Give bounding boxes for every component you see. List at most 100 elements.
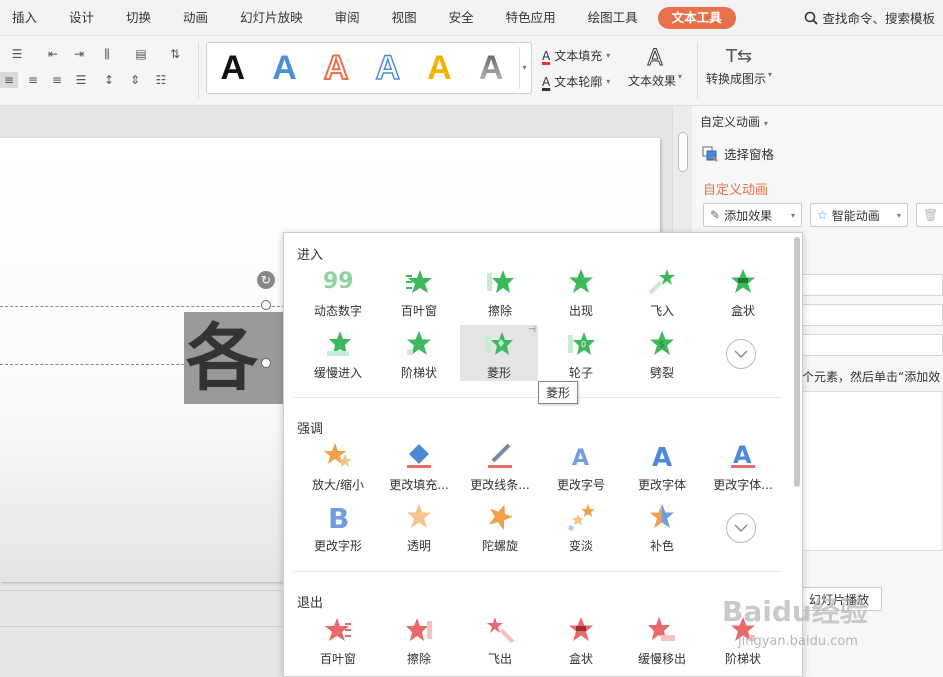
effect-exit-blinds[interactable]: 百叶窗 bbox=[298, 611, 378, 669]
tab-animation[interactable]: 动画 bbox=[171, 7, 220, 29]
effect-transparency[interactable]: 透明 bbox=[379, 498, 459, 556]
effect-change-font-size[interactable]: A 更改字号 bbox=[541, 437, 621, 495]
tab-text-tools[interactable]: 文本工具 bbox=[657, 6, 736, 29]
pane-title-dropdown[interactable]: 自定义动画 ▾ bbox=[700, 113, 768, 130]
effect-fly-in[interactable]: 飞入 bbox=[622, 263, 702, 321]
smart-animation-button[interactable]: ☆ 智能动画 ▾ bbox=[810, 203, 908, 227]
effect-blinds[interactable]: 百叶窗 bbox=[379, 263, 459, 321]
text-effect-button[interactable]: A 文本效果 ▾ bbox=[628, 47, 683, 89]
start-field[interactable] bbox=[802, 274, 943, 296]
effect-box[interactable]: 盒状 bbox=[703, 263, 783, 321]
effect-fly-out[interactable]: 飞出 bbox=[460, 611, 540, 669]
wordart-style-blue-outline[interactable]: A bbox=[375, 48, 401, 88]
wordart-style-yellow[interactable]: A bbox=[427, 48, 452, 88]
columns-icon[interactable]: ⫼ bbox=[98, 46, 116, 62]
fly-in-star-icon bbox=[648, 269, 675, 295]
selection-pane-button[interactable]: 选择窗格 bbox=[702, 144, 774, 163]
pane-hint-text: 个元素，然后单击“添加效 bbox=[802, 370, 941, 384]
effect-spin[interactable]: 陀螺旋 bbox=[460, 498, 540, 556]
distribute-icon[interactable]: ⇕ bbox=[126, 72, 144, 88]
effect-label: 飞入 bbox=[649, 304, 674, 318]
tab-features[interactable]: 特色应用 bbox=[494, 7, 568, 29]
fade-star-icon bbox=[568, 504, 595, 531]
search-label: 查找命令、搜索模板 bbox=[822, 11, 935, 26]
tab-drawing-tools[interactable]: 绘图工具 bbox=[576, 7, 650, 29]
chevron-down-icon: ▾ bbox=[678, 72, 683, 81]
effect-change-font-style[interactable]: B 更改字形 bbox=[298, 498, 378, 556]
selection-pane-icon bbox=[702, 146, 718, 162]
text-box-icon[interactable]: ▤ bbox=[132, 46, 150, 62]
justify-icon[interactable]: ☰ bbox=[72, 72, 90, 88]
effect-exit-wipe[interactable]: 擦除 bbox=[379, 611, 459, 669]
popup-scrollbar[interactable] bbox=[794, 237, 800, 487]
search-command[interactable]: 查找命令、搜索模板 bbox=[804, 8, 935, 27]
tab-security[interactable]: 安全 bbox=[437, 7, 486, 29]
align-right-icon[interactable]: ≡ bbox=[48, 72, 66, 88]
tab-insert[interactable]: 插入 bbox=[0, 7, 49, 29]
tab-slideshow[interactable]: 幻灯片放映 bbox=[228, 7, 315, 29]
effect-diamond[interactable]: 菱形 ⊣ bbox=[460, 325, 538, 381]
line-spacing-icon[interactable]: ↕ bbox=[100, 72, 118, 88]
star-icon: ☆ bbox=[817, 208, 828, 222]
chevron-down-icon: ▾ bbox=[763, 119, 768, 128]
stairs-star-icon bbox=[407, 331, 431, 355]
effect-appear[interactable]: 出现 bbox=[541, 263, 621, 321]
wordart-style-gray[interactable]: A bbox=[479, 48, 504, 88]
effect-wheel[interactable]: 0 轮子 bbox=[541, 325, 621, 383]
effect-stairs[interactable]: 阶梯状 bbox=[379, 325, 459, 383]
change-font-size-icon: A bbox=[572, 446, 589, 471]
text-outline-icon: A bbox=[542, 74, 551, 89]
effect-tooltip: 菱形 bbox=[538, 381, 579, 404]
effect-label: 百叶窗 bbox=[400, 304, 437, 318]
wordart-style-orange-outline[interactable]: A bbox=[323, 48, 350, 88]
paragraph-spacing-icon[interactable]: ☷ bbox=[152, 72, 170, 88]
convert-diagram-button[interactable]: T⇆ 转换成图示 ▾ bbox=[706, 46, 772, 87]
effect-grow-shrink[interactable]: 放大/缩小 bbox=[298, 437, 378, 495]
delete-button[interactable]: 🗑 bbox=[916, 203, 943, 227]
effect-label: 百叶窗 bbox=[319, 652, 356, 666]
wordart-style-black[interactable]: A bbox=[221, 48, 246, 88]
tab-view[interactable]: 视图 bbox=[380, 7, 429, 29]
effect-slow-exit[interactable]: 缓慢移出 bbox=[622, 611, 702, 669]
effect-split[interactable]: $ 劈裂 bbox=[622, 325, 702, 383]
emphasis-more-button[interactable] bbox=[726, 513, 756, 543]
add-effect-button[interactable]: ✎ 添加效果 ▾ bbox=[703, 203, 802, 227]
chevron-down-icon: ▾ bbox=[606, 51, 611, 60]
rotate-handle-icon[interactable]: ↻ bbox=[257, 271, 275, 289]
split-glyph: $ bbox=[659, 340, 665, 350]
effect-change-line[interactable]: 更改线条... bbox=[460, 437, 540, 495]
effect-wipe[interactable]: 擦除 bbox=[460, 263, 540, 321]
font-glyph: A bbox=[652, 443, 672, 471]
tab-transition[interactable]: 切换 bbox=[114, 7, 163, 29]
align-center-icon[interactable]: ≡ bbox=[24, 72, 42, 88]
animation-list[interactable] bbox=[802, 391, 943, 551]
bullet-list-icon[interactable]: ☰ bbox=[8, 46, 26, 62]
effect-change-font[interactable]: A 更改字体 bbox=[622, 437, 702, 495]
effect-slow-enter[interactable]: 缓慢进入 bbox=[298, 325, 378, 383]
text-outline-label: 文本轮廓 bbox=[554, 75, 603, 89]
tab-review[interactable]: 审阅 bbox=[323, 7, 372, 29]
enter-more-button[interactable] bbox=[726, 339, 756, 369]
resize-handle-top[interactable] bbox=[261, 300, 271, 310]
property-field[interactable] bbox=[802, 304, 943, 326]
text-direction-icon[interactable]: ⇅ bbox=[166, 46, 184, 62]
effect-change-fill[interactable]: 更改填充... bbox=[379, 437, 459, 495]
resize-handle-middle[interactable] bbox=[261, 358, 271, 368]
gallery-more-icon[interactable]: ▾ bbox=[519, 47, 529, 89]
effect-change-font-color[interactable]: A 更改字体... bbox=[703, 437, 783, 495]
effect-exit-box[interactable]: 盒状 bbox=[541, 611, 621, 669]
scrollbar-thumb[interactable] bbox=[678, 132, 688, 172]
wordart-style-blue[interactable]: A bbox=[272, 48, 297, 88]
text-fill-button[interactable]: A 文本填充 ▾ bbox=[542, 47, 610, 64]
effect-complementary[interactable]: 补色 bbox=[622, 498, 702, 556]
decrease-indent-icon[interactable]: ⇤ bbox=[44, 46, 62, 62]
speed-field[interactable] bbox=[802, 334, 943, 356]
text-outline-button[interactable]: A 文本轮廓 ▾ bbox=[542, 73, 610, 90]
tab-design[interactable]: 设计 bbox=[57, 7, 106, 29]
ribbon-separator bbox=[697, 42, 698, 98]
effect-fade[interactable]: 变淡 bbox=[541, 498, 621, 556]
effect-dynamic-number[interactable]: 99 动态数字 bbox=[298, 263, 378, 321]
align-left-icon[interactable]: ≡ bbox=[0, 72, 18, 88]
increase-indent-icon[interactable]: ⇥ bbox=[70, 46, 88, 62]
effect-label: 更改字形 bbox=[313, 539, 362, 553]
